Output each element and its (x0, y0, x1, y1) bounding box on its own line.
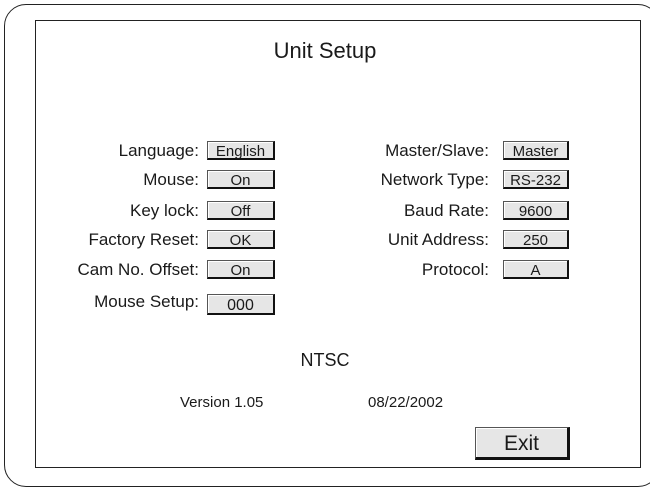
unit-address-label: Unit Address: (387, 230, 489, 249)
master-slave-label: Master/Slave: (385, 141, 489, 160)
mouse-label: Mouse: (143, 170, 199, 189)
video-standard: NTSC (300, 350, 350, 370)
exit-button[interactable]: Exit (475, 427, 570, 460)
baud-rate-field[interactable]: 9600 (503, 201, 569, 220)
baud-rate-label: Baud Rate: (403, 201, 489, 220)
language-label: Language: (118, 141, 199, 160)
protocol-field[interactable]: A (503, 260, 569, 279)
mouse-field[interactable]: On (207, 170, 275, 189)
network-type-field[interactable]: RS-232 (503, 170, 569, 189)
factory-reset-button[interactable]: OK (207, 230, 275, 249)
master-slave-field[interactable]: Master (503, 141, 569, 160)
mouse-setup-label: Mouse Setup: (94, 292, 199, 311)
protocol-label: Protocol: (421, 260, 489, 279)
page-title: Unit Setup (273, 38, 377, 63)
date-text: 08/22/2002 (368, 394, 444, 411)
network-type-label: Network Type: (380, 170, 489, 189)
language-field[interactable]: English (207, 141, 275, 160)
version-text: Version 1.05 (180, 394, 264, 411)
factory-reset-label: Factory Reset: (88, 230, 199, 249)
key-lock-label: Key lock: (130, 201, 199, 220)
cam-no-offset-field[interactable]: On (207, 260, 275, 279)
unit-address-field[interactable]: 250 (503, 230, 569, 249)
mouse-setup-field[interactable]: 000 (207, 294, 275, 315)
cam-no-offset-label: Cam No. Offset: (77, 260, 199, 279)
key-lock-field[interactable]: Off (207, 201, 275, 220)
